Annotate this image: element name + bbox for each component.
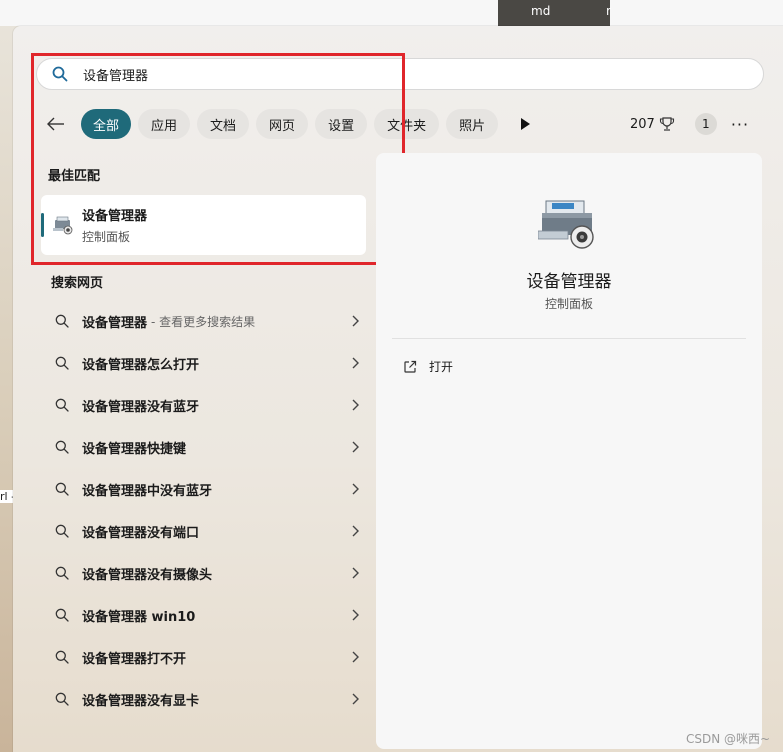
search-icon [55, 692, 69, 706]
best-match-heading: 最佳匹配 [48, 169, 101, 184]
search-icon [55, 650, 69, 664]
more-options-button[interactable]: ··· [731, 115, 749, 134]
web-search-item-hint: - 查看更多搜索结果 [151, 314, 256, 329]
web-search-item-text: 设备管理器没有摄像头 [82, 567, 213, 583]
web-search-item-text: 设备管理器没有显卡 [82, 693, 200, 709]
filter-chip-settings[interactable]: 设置 [315, 109, 368, 139]
open-action-label: 打开 [429, 360, 454, 374]
web-search-item[interactable]: 设备管理器怎么打开 [41, 342, 366, 384]
device-manager-icon [538, 200, 594, 249]
web-search-item-text: 设备管理器没有蓝牙 [82, 399, 200, 415]
chevron-right-icon [352, 357, 359, 369]
chevron-right-icon [352, 525, 359, 537]
start-search-panel: 全部 应用 文档 网页 设置 文件夹 照片 207 1 ··· 最佳匹配 [13, 26, 783, 752]
web-search-item-text: 设备管理器中没有蓝牙 [82, 483, 213, 499]
arrow-left-icon [47, 117, 64, 131]
search-icon [55, 440, 69, 454]
result-detail-pane: 设备管理器 控制面板 打开 [376, 153, 762, 749]
search-icon [37, 66, 83, 82]
play-icon [521, 118, 531, 130]
web-search-list: 设备管理器 - 查看更多搜索结果 设备管理器怎么打开 设备管理器没有蓝牙 设备管… [41, 300, 366, 720]
web-search-item[interactable]: 设备管理器 win10 [41, 594, 366, 636]
best-match-name: 设备管理器 [82, 209, 148, 224]
rewards-points: 207 [630, 116, 655, 132]
search-input[interactable] [83, 66, 683, 82]
web-search-item-text: 设备管理器快捷键 [82, 441, 187, 457]
web-search-heading: 搜索网页 [51, 276, 104, 291]
best-match-result[interactable]: 设备管理器 控制面板 [41, 195, 366, 255]
account-badge[interactable]: 1 [694, 113, 717, 135]
thumbnail-label: md [531, 4, 551, 18]
chevron-right-icon [352, 399, 359, 411]
chevron-right-icon [352, 651, 359, 663]
web-search-item-text: 设备管理器 [82, 315, 148, 331]
search-box[interactable] [36, 58, 764, 90]
open-action-button[interactable]: 打开 [403, 358, 453, 375]
thumbnail-label-2: r [606, 4, 611, 18]
web-search-item-text: 设备管理器怎么打开 [82, 357, 200, 373]
web-search-item[interactable]: 设备管理器没有显卡 [41, 678, 366, 720]
desktop-thumbnail: md r [498, 0, 611, 26]
search-icon [55, 566, 69, 580]
chevron-right-icon [352, 483, 359, 495]
filter-chip-folders[interactable]: 文件夹 [374, 109, 440, 139]
more-filters-button[interactable] [511, 110, 539, 138]
filter-bar: 全部 应用 文档 网页 设置 文件夹 照片 [43, 108, 539, 140]
chevron-right-icon [352, 609, 359, 621]
toolbar-right: 207 1 ··· [630, 110, 749, 138]
filter-chip-all[interactable]: 全部 [81, 109, 132, 139]
selection-indicator [41, 213, 44, 237]
search-icon [55, 356, 69, 370]
filter-chip-apps[interactable]: 应用 [138, 109, 191, 139]
detail-subtitle: 控制面板 [544, 297, 593, 311]
device-manager-icon [53, 216, 73, 235]
search-icon [55, 608, 69, 622]
chevron-right-icon [352, 315, 359, 327]
web-search-item-text: 设备管理器打不开 [82, 651, 187, 667]
chevron-right-icon [352, 441, 359, 453]
divider [392, 338, 746, 339]
web-search-item-text: 设备管理器没有端口 [82, 525, 200, 541]
web-search-item[interactable]: 设备管理器没有摄像头 [41, 552, 366, 594]
trophy-icon[interactable] [659, 116, 675, 132]
filter-chip-photos[interactable]: 照片 [446, 109, 499, 139]
web-search-item[interactable]: 设备管理器中没有蓝牙 [41, 468, 366, 510]
search-icon [55, 524, 69, 538]
web-search-item[interactable]: 设备管理器没有蓝牙 [41, 384, 366, 426]
web-search-item[interactable]: 设备管理器没有端口 [41, 510, 366, 552]
search-icon [55, 482, 69, 496]
search-icon [55, 398, 69, 412]
web-search-item[interactable]: 设备管理器打不开 [41, 636, 366, 678]
open-external-icon [404, 360, 417, 373]
web-search-item[interactable]: 设备管理器快捷键 [41, 426, 366, 468]
web-search-item-text: 设备管理器 win10 [82, 609, 196, 625]
back-button[interactable] [43, 111, 69, 137]
search-icon [55, 314, 69, 328]
chevron-right-icon [352, 567, 359, 579]
filter-chip-web[interactable]: 网页 [256, 109, 309, 139]
background-window-text: rl - [0, 490, 13, 503]
filter-chip-documents[interactable]: 文档 [197, 109, 250, 139]
web-search-item[interactable]: 设备管理器 - 查看更多搜索结果 [41, 300, 366, 342]
best-match-subtitle: 控制面板 [82, 230, 131, 244]
desktop-background-top [0, 0, 783, 26]
watermark: CSDN @咪西~ [686, 732, 771, 746]
chevron-right-icon [352, 693, 359, 705]
best-match-text: 设备管理器 控制面板 [82, 205, 147, 245]
detail-title: 设备管理器 [526, 272, 612, 292]
